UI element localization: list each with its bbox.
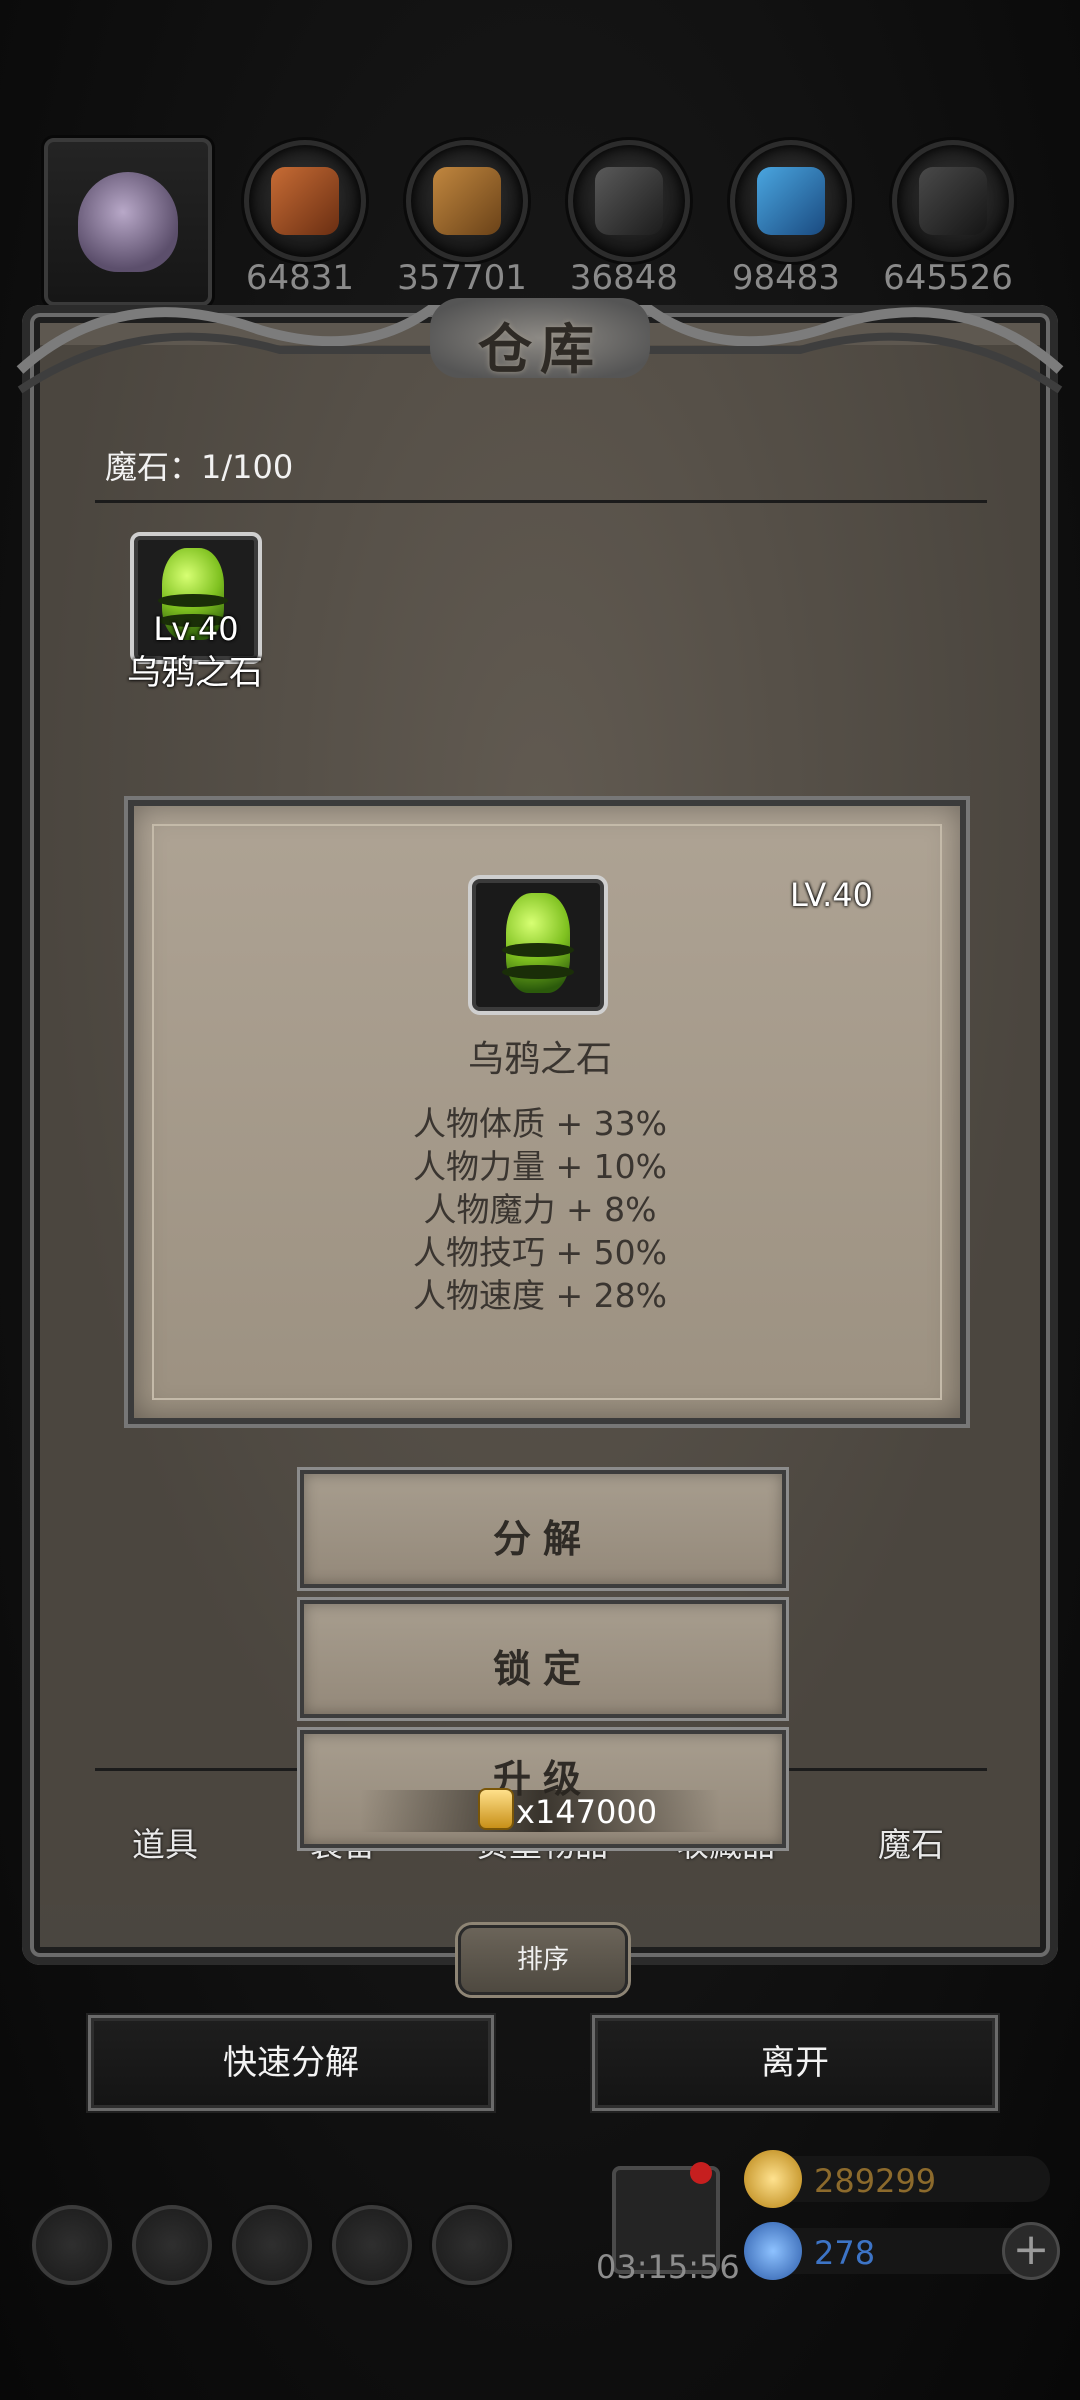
- divider: [95, 500, 987, 503]
- slot-item-name: 乌鸦之石: [127, 653, 263, 693]
- steel-ingot-icon: [919, 167, 987, 235]
- bag-icon[interactable]: [432, 2205, 512, 2285]
- slot-level: Lv.40: [153, 610, 239, 648]
- upgrade-cost: x147000: [516, 1793, 658, 1831]
- copper-ore-icon: [271, 167, 339, 235]
- decompose-button[interactable]: 分解: [300, 1470, 786, 1588]
- stat-list: 人物体质 + 33% 人物力量 + 10% 人物魔力 + 8% 人物技巧 + 5…: [0, 1102, 1080, 1317]
- resource-iron[interactable]: [568, 140, 690, 262]
- quick-decompose-button[interactable]: 快速分解: [88, 2015, 494, 2111]
- stat-line: 人物力量 + 10%: [413, 1147, 667, 1186]
- gift-timer: 03:15:56: [596, 2248, 740, 2286]
- hero-icon[interactable]: [232, 2205, 312, 2285]
- detail-level: LV.40: [790, 876, 873, 914]
- stat-line: 人物技巧 + 50%: [413, 1233, 667, 1272]
- blue-crystal-icon: [757, 167, 825, 235]
- gold-coin-icon: [744, 2150, 802, 2208]
- iron-ingot-icon: [595, 167, 663, 235]
- page-title: 仓库: [478, 318, 602, 381]
- detail-item-slot: [468, 875, 608, 1015]
- tab-magic-stone[interactable]: 魔石: [878, 1818, 944, 1866]
- capacity-counter: 魔石：1/100: [105, 448, 294, 486]
- gem-amount: 278: [814, 2234, 876, 2272]
- sort-button[interactable]: 排序: [458, 1925, 628, 1995]
- leave-button[interactable]: 离开: [592, 2015, 998, 2111]
- detail-item-name: 乌鸦之石: [467, 1039, 612, 1080]
- wood-plank-icon: [433, 167, 501, 235]
- resource-ore-copper[interactable]: [244, 140, 366, 262]
- achievement-icon[interactable]: [132, 2205, 212, 2285]
- stat-line: 人物魔力 + 8%: [423, 1190, 657, 1229]
- tab-items[interactable]: 道具: [132, 1818, 198, 1866]
- stat-line: 人物体质 + 33%: [413, 1104, 667, 1143]
- resource-wood[interactable]: [406, 140, 528, 262]
- stat-line: 人物速度 + 28%: [413, 1276, 667, 1315]
- resource-crystal[interactable]: [730, 140, 852, 262]
- lock-button[interactable]: 锁定: [300, 1600, 786, 1718]
- notification-dot: [690, 2162, 712, 2184]
- lock-label: 锁定: [492, 1647, 593, 1691]
- gold-coin-icon: [480, 1790, 512, 1828]
- pet-icon: [78, 172, 178, 272]
- plus-icon[interactable]: +: [1002, 2222, 1060, 2280]
- settings-icon[interactable]: [32, 2205, 112, 2285]
- mail-icon[interactable]: [332, 2205, 412, 2285]
- resource-steel[interactable]: [892, 140, 1014, 262]
- crow-stone-icon: [502, 893, 574, 993]
- blue-gem-icon: [744, 2222, 802, 2280]
- gold-amount: 289299: [814, 2162, 937, 2200]
- decompose-label: 分解: [492, 1517, 593, 1561]
